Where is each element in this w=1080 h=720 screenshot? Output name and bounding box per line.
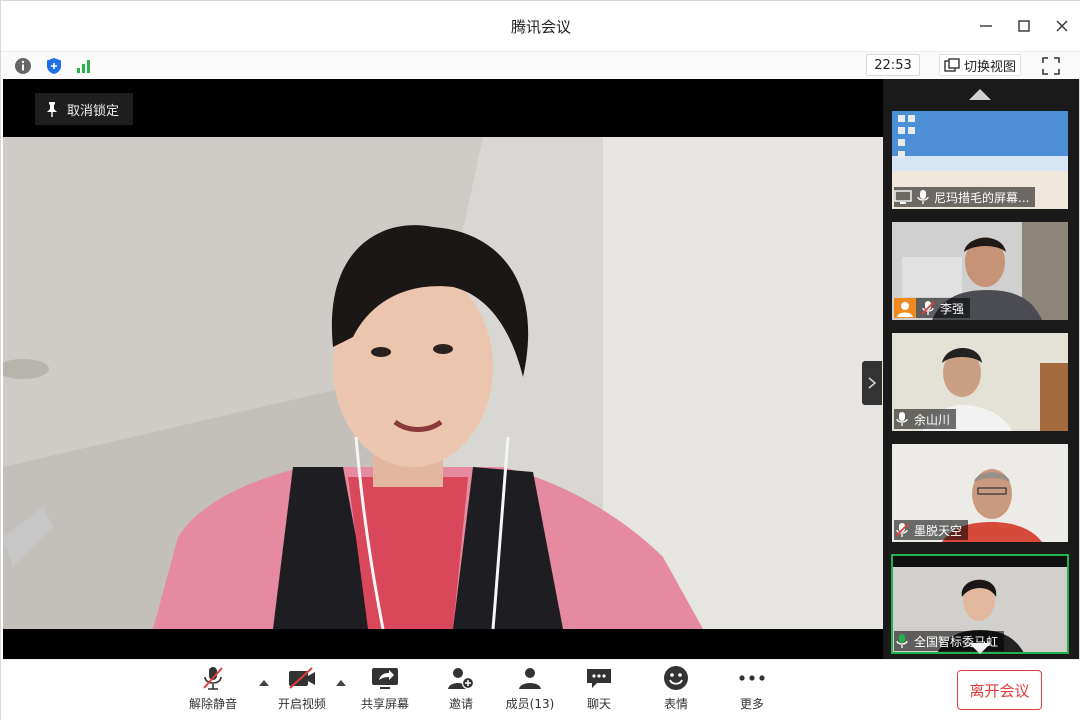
avatar-badge-icon [894, 298, 916, 318]
more-icon [739, 675, 765, 681]
participant-tile-active[interactable]: 全国智标委马虹 [891, 554, 1069, 654]
participant-strip: 尼玛措毛的屏幕... 李强 余山川 墨脱天空 全国智标委马虹 [883, 79, 1079, 659]
participant-label: 余山川 [894, 409, 957, 429]
microphone-active-icon [896, 634, 908, 648]
status-bar: 22:53 切换视图 [1, 51, 1080, 79]
switch-view-button[interactable]: 切换视图 [939, 54, 1022, 76]
participant-name: 墨脱天空 [914, 523, 963, 538]
participant-label: 李强 [894, 298, 971, 318]
info-icon [15, 58, 31, 74]
unmute-label: 解除静音 [188, 697, 237, 711]
emoji-label: 表情 [663, 697, 688, 711]
participant-tile-screen-share[interactable]: 尼玛措毛的屏幕... [892, 111, 1068, 209]
members-label: 成员(13) [505, 697, 555, 711]
switch-view-icon [944, 58, 960, 72]
security-button[interactable] [44, 56, 64, 76]
microphone-muted-icon [895, 523, 909, 537]
share-screen-icon [372, 668, 398, 689]
microphone-muted-icon [203, 667, 223, 690]
more-button[interactable]: 更多 [717, 664, 787, 718]
participant-label: 墨脱天空 [894, 520, 969, 540]
emoji-icon [664, 666, 688, 690]
switch-view-label: 切换视图 [964, 59, 1017, 75]
invite-button[interactable]: 邀请 [426, 664, 496, 718]
participant-tile[interactable]: 李强 [892, 222, 1068, 320]
meeting-clock: 22:53 [866, 54, 920, 76]
chevron-right-icon [868, 377, 877, 389]
maximize-button[interactable] [1005, 1, 1043, 51]
maximize-icon [1018, 20, 1030, 32]
main-video[interactable] [3, 137, 883, 629]
minimize-button[interactable] [967, 1, 1005, 51]
more-label: 更多 [739, 697, 764, 711]
invite-label: 邀请 [448, 697, 473, 711]
participant-name: 余山川 [914, 412, 951, 427]
speaker-video-frame [3, 137, 883, 629]
shield-icon [47, 58, 61, 74]
microphone-icon [896, 412, 908, 426]
start-video-label: 开启视频 [277, 697, 326, 711]
fullscreen-icon [1042, 57, 1060, 75]
share-screen-label: 共享屏幕 [360, 697, 409, 711]
microphone-muted-icon [921, 301, 935, 315]
chat-label: 聊天 [586, 697, 611, 711]
share-screen-button[interactable]: 共享屏幕 [350, 664, 420, 718]
close-icon [1056, 20, 1068, 32]
unmute-button[interactable]: 解除静音 [178, 664, 248, 718]
meeting-window: 腾讯会议 22:53 切换视图 取消锁定 尼玛措毛的屏幕... 李强 余山川 墨… [0, 0, 1080, 720]
microphone-icon [917, 190, 929, 204]
screen-share-icon [894, 190, 912, 204]
camera-off-icon [289, 667, 315, 689]
window-title: 腾讯会议 [510, 18, 571, 36]
scroll-down-arrow[interactable] [969, 643, 991, 654]
participant-name: 李强 [940, 301, 965, 316]
participant-tile[interactable]: 余山川 [892, 333, 1068, 431]
participant-name: 尼玛措毛的屏幕... [934, 190, 1030, 205]
collapse-sidebar-button[interactable] [862, 361, 882, 405]
title-bar: 腾讯会议 [1, 1, 1080, 51]
invite-user-icon [448, 668, 475, 690]
participant-label: 尼玛措毛的屏幕... [894, 187, 1036, 207]
unpin-label: 取消锁定 [67, 103, 120, 119]
unpin-button[interactable]: 取消锁定 [35, 93, 134, 125]
emoji-button[interactable]: 表情 [641, 664, 711, 718]
scroll-up-arrow[interactable] [969, 89, 991, 100]
video-options-caret[interactable] [336, 680, 346, 686]
minimize-icon [980, 25, 992, 27]
pin-icon [47, 102, 57, 117]
chat-icon [587, 669, 611, 688]
members-icon [519, 668, 541, 689]
participant-tile[interactable]: 墨脱天空 [892, 444, 1068, 542]
chat-button[interactable]: 聊天 [564, 664, 634, 718]
start-video-button[interactable]: 开启视频 [267, 664, 337, 718]
window-controls [967, 1, 1080, 51]
video-stage: 取消锁定 [3, 79, 883, 659]
meeting-toolbar: 解除静音 开启视频 共享屏幕 邀请 成员(13) 聊天 表情 更多 离开会议 [1, 659, 1080, 720]
fullscreen-button[interactable] [1041, 56, 1061, 76]
network-status-button[interactable] [74, 56, 94, 76]
leave-meeting-button[interactable]: 离开会议 [957, 670, 1042, 710]
signal-icon [77, 60, 90, 73]
close-button[interactable] [1043, 1, 1080, 51]
members-button[interactable]: 成员(13) [495, 664, 565, 718]
meeting-info-button[interactable] [13, 56, 33, 76]
